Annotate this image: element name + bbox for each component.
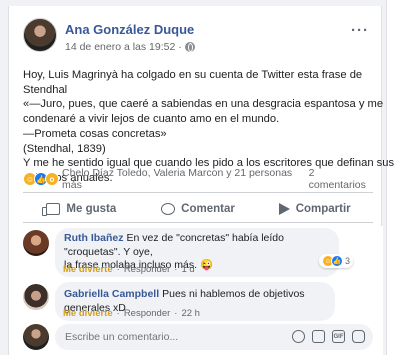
post-timestamp[interactable]: 14 de enero a las 19:52 bbox=[65, 41, 175, 53]
commenter-name[interactable]: Ruth Ibañez bbox=[64, 232, 124, 244]
comment-button[interactable]: Comentar bbox=[140, 198, 257, 220]
post-text-line: condenaré a vivir lejos de cuanto amo en… bbox=[23, 113, 280, 126]
react-button[interactable]: Me divierte bbox=[63, 308, 113, 319]
share-label: Compartir bbox=[295, 203, 351, 215]
like-button[interactable]: Me gusta bbox=[23, 198, 140, 220]
post-text-line: Hoy, Luis Magrinyà ha colgado en su cuen… bbox=[23, 69, 363, 81]
comment-time[interactable]: 1 d bbox=[181, 264, 194, 275]
reactions-summary: ☺ 👍 o Chelo Díaz Toledo, Valeria Marcon … bbox=[23, 167, 373, 191]
sticker-icon[interactable] bbox=[352, 330, 365, 343]
post-author-name[interactable]: Ana González Duque bbox=[65, 22, 194, 37]
right-panel-edge bbox=[386, 0, 400, 355]
reactions-text[interactable]: Chelo Díaz Toledo, Valeria Marcon y 21 p… bbox=[62, 167, 309, 191]
comment: Gabriella Campbell Pues ni hablemos de ob… bbox=[23, 282, 373, 321]
separator-dot: · bbox=[116, 264, 120, 275]
wow-reaction-icon: o bbox=[45, 172, 59, 186]
more-options-icon[interactable]: ··· bbox=[351, 22, 369, 39]
reaction-icons[interactable]: ☺ 👍 o bbox=[23, 172, 59, 186]
camera-icon[interactable] bbox=[312, 330, 325, 343]
author-avatar[interactable] bbox=[23, 18, 57, 52]
thumbs-up-icon bbox=[42, 203, 61, 216]
post-header: Ana González Duque 14 de enero a las 19:… bbox=[23, 18, 373, 58]
like-reaction-icon: 👍 bbox=[331, 255, 343, 267]
meta-separator: · bbox=[178, 41, 182, 53]
composer-icons: GIF bbox=[292, 330, 365, 343]
separator-dot: · bbox=[174, 264, 178, 275]
divider bbox=[23, 222, 373, 223]
comment-composer: GIF bbox=[23, 324, 373, 352]
comment-actions: Me divierte · Responder · 1 d bbox=[63, 264, 195, 275]
comment-reactions[interactable]: ☺ 👍 3 bbox=[319, 254, 354, 268]
comment-time[interactable]: 22 h bbox=[181, 308, 200, 319]
post-text-line: —Prometa cosas concretas» bbox=[23, 127, 167, 140]
separator-dot: · bbox=[116, 308, 120, 319]
comment-input-box[interactable]: GIF bbox=[55, 324, 373, 350]
comment-actions: Me divierte · Responder · 22 h bbox=[63, 308, 200, 319]
post-text-line: «—Juro, pues, que caeré a sabiendas en u… bbox=[23, 98, 384, 111]
commenter-name[interactable]: Gabriella Campbell bbox=[64, 288, 159, 300]
user-avatar[interactable] bbox=[23, 324, 49, 350]
like-label: Me gusta bbox=[66, 203, 117, 215]
separator-dot: · bbox=[174, 308, 178, 319]
globe-icon[interactable] bbox=[184, 42, 195, 52]
comments-section: Ruth Ibañez En vez de "concretas" había l… bbox=[9, 226, 383, 355]
divider bbox=[23, 192, 373, 193]
comment: Ruth Ibañez En vez de "concretas" había l… bbox=[23, 228, 373, 277]
commenter-avatar[interactable] bbox=[23, 284, 49, 310]
post-actions: Me gusta Comentar Compartir bbox=[23, 198, 373, 220]
comment-label: Comentar bbox=[181, 203, 235, 215]
share-icon bbox=[278, 203, 290, 215]
comment-icon bbox=[161, 203, 176, 215]
commenter-avatar[interactable] bbox=[23, 230, 49, 256]
comment-input[interactable] bbox=[65, 331, 265, 343]
emoji-icon[interactable] bbox=[292, 330, 305, 343]
react-button[interactable]: Me divierte bbox=[63, 264, 113, 275]
comment-reaction-count: 3 bbox=[345, 256, 351, 266]
post-text-line: (Stendhal, 1839) bbox=[23, 142, 106, 155]
reply-button[interactable]: Responder bbox=[124, 264, 170, 275]
share-button[interactable]: Compartir bbox=[256, 198, 373, 220]
gif-icon[interactable]: GIF bbox=[332, 330, 345, 343]
post-card: Ana González Duque 14 de enero a las 19:… bbox=[8, 6, 394, 355]
reply-button[interactable]: Responder bbox=[124, 308, 170, 319]
post-text-line: Stendhal bbox=[23, 83, 68, 96]
comment-count[interactable]: 2 comentarios bbox=[309, 167, 373, 191]
post-meta: 14 de enero a las 19:52 · bbox=[65, 41, 195, 53]
